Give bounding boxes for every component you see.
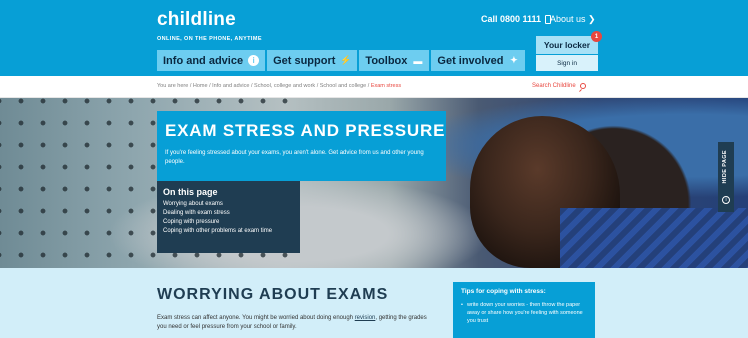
sign-in-button[interactable]: Sign in [536, 55, 598, 71]
nav-get-support[interactable]: Get support ⚡ [267, 50, 358, 71]
nav-label: Get involved [437, 54, 504, 67]
tips-box: Tips for coping with stress: write down … [453, 282, 595, 338]
nav-label: Get support [273, 54, 336, 67]
breadcrumb-bar: You are here / Home / Info and advice / … [0, 76, 748, 98]
revision-link[interactable]: revision [355, 315, 376, 321]
toolbox-icon: ▬ [413, 55, 423, 66]
hide-page-button[interactable]: HIDE PAGE i [718, 142, 734, 212]
nav-label: Toolbox [365, 54, 408, 67]
onpage-link-other-problems[interactable]: Coping with other problems at exam time [163, 227, 294, 236]
section-heading: WORRYING ABOUT EXAMS [157, 286, 389, 303]
search-label: Search Childline [532, 83, 576, 89]
tips-list: write down your worries - then throw the… [461, 301, 587, 325]
breadcrumb-path[interactable]: You are here / Home / Info and advice / … [157, 83, 371, 89]
info-icon: i [248, 55, 260, 66]
call-link[interactable]: Call 0800 1111 [481, 14, 559, 24]
list-item: write down your worries - then throw the… [461, 301, 587, 325]
onpage-link-coping-pressure[interactable]: Coping with pressure [163, 218, 294, 227]
on-this-page-panel: On this page Worrying about exams Dealin… [157, 181, 300, 253]
star-icon: ✦ [510, 55, 518, 65]
search-icon [579, 83, 586, 89]
page-intro: If you're feeling stressed about your ex… [165, 150, 424, 165]
onpage-link-dealing[interactable]: Dealing with exam stress [163, 209, 294, 218]
locker-label: Your locker [543, 40, 591, 50]
nav-get-involved[interactable]: Get involved ✦ [431, 50, 526, 71]
breadcrumb-current: Exam stress [370, 83, 402, 89]
body-text: Exam stress can affect anyone. You might… [157, 315, 355, 321]
childline-logo[interactable]: childline [157, 9, 236, 31]
page-title: EXAM STRESS AND PRESSURE [165, 121, 446, 140]
nav-toolbox[interactable]: Toolbox ▬ [359, 50, 430, 71]
student-shirt [560, 208, 748, 268]
hide-page-label: HIDE PAGE [722, 150, 728, 184]
main-content: WORRYING ABOUT EXAMS Exam stress can aff… [0, 268, 748, 338]
about-us-link[interactable]: About us ❯ [550, 14, 596, 25]
onpage-link-worrying[interactable]: Worrying about exams [163, 200, 294, 209]
lightning-icon: ⚡ [340, 55, 352, 65]
notification-badge: 1 [591, 31, 602, 42]
tips-title: Tips for coping with stress: [461, 288, 546, 295]
tagline: ONLINE, ON THE PHONE, ANYTIME [157, 36, 262, 42]
call-text: Call 0800 1111 [481, 14, 542, 24]
your-locker-button[interactable]: Your locker 1 [536, 31, 602, 54]
nav-label: Info and advice [163, 54, 244, 67]
info-icon: i [722, 196, 730, 204]
section-body: Exam stress can affect anyone. You might… [157, 314, 437, 332]
breadcrumb[interactable]: You are here / Home / Info and advice / … [157, 83, 401, 89]
search-childline-link[interactable]: Search Childline [532, 83, 586, 89]
hero-title-box: EXAM STRESS AND PRESSURE If you're feeli… [157, 111, 446, 181]
main-nav: Info and advice i Get support ⚡ Toolbox … [157, 50, 526, 71]
on-this-page-title: On this page [163, 187, 218, 197]
nav-info-and-advice[interactable]: Info and advice i [157, 50, 266, 71]
site-header: childline ONLINE, ON THE PHONE, ANYTIME … [0, 0, 748, 76]
